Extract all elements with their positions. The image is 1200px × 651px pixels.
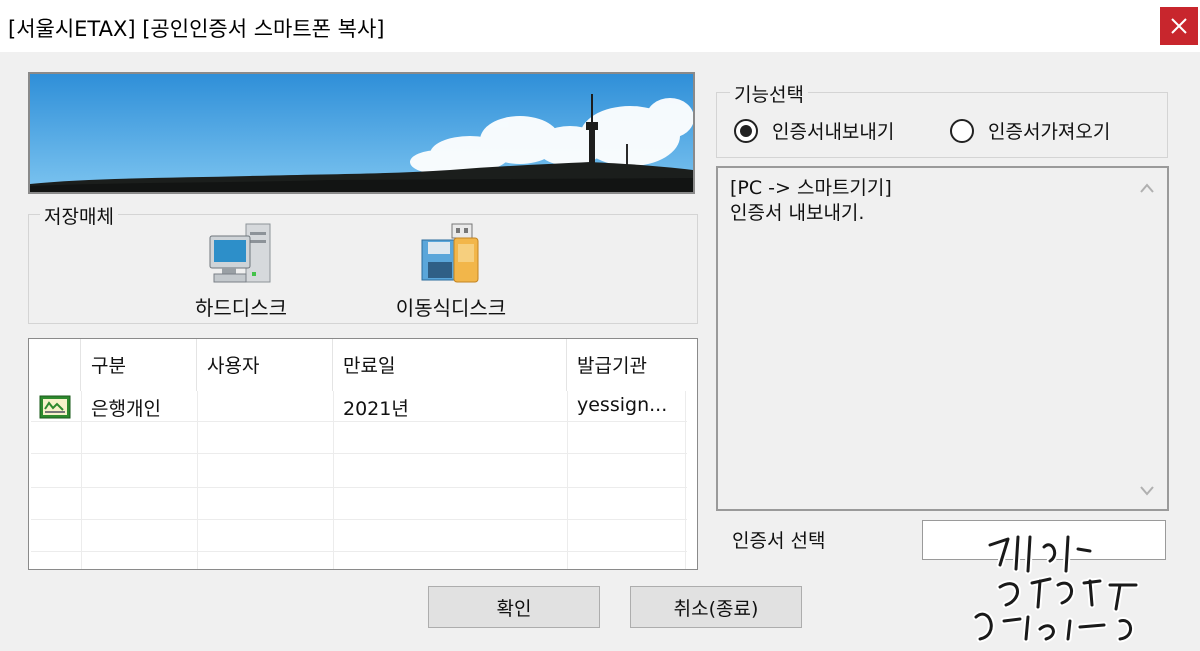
removable-disk-option[interactable]: 이동식디스크 (376, 222, 526, 321)
function-group-label: 기능선택 (730, 80, 808, 107)
column-header-user[interactable]: 사용자 (197, 339, 333, 391)
radio-selected-dot (740, 124, 752, 137)
ok-button[interactable]: 확인 (428, 586, 600, 628)
window-title: [서울시ETAX] [공인인증서 스마트폰 복사] (8, 17, 385, 41)
computer-icon (209, 223, 271, 283)
info-textarea[interactable]: [PC -> 스마트기기] 인증서 내보내기. (716, 166, 1169, 511)
close-icon (1171, 18, 1187, 34)
radio-export-label: 인증서내보내기 (772, 121, 895, 143)
info-line-2: 인증서 내보내기. (730, 202, 865, 224)
removable-disk-label: 이동식디스크 (395, 296, 507, 320)
column-header-expiry[interactable]: 만료일 (333, 339, 567, 391)
radio-import-label: 인증서가져오기 (988, 121, 1111, 143)
certificate-table[interactable]: 구분 사용자 만료일 발급기관 은행개인 2021년 yessign... (28, 338, 698, 570)
certificate-icon (39, 395, 71, 419)
hard-disk-label: 하드디스크 (195, 296, 287, 320)
watermark-logo (972, 533, 1140, 643)
hard-disk-option[interactable]: 하드디스크 (178, 222, 304, 321)
storage-group-label: 저장매체 (40, 202, 118, 229)
scroll-up-icon (1140, 183, 1154, 193)
table-row[interactable]: 은행개인 2021년 yessign... (29, 391, 685, 421)
column-header-issuer[interactable]: 발급기관 (567, 339, 685, 391)
column-header-type[interactable]: 구분 (81, 339, 197, 391)
storage-group (28, 214, 698, 324)
row-expiry: 2021년 (343, 398, 409, 420)
radio-import[interactable]: 인증서가져오기 (950, 117, 1110, 144)
cancel-button[interactable]: 취소(종료) (630, 586, 802, 628)
cert-select-label: 인증서 선택 (732, 530, 826, 552)
banner-image (28, 72, 695, 194)
row-type: 은행개인 (91, 398, 161, 420)
radio-import-circle[interactable] (950, 118, 974, 143)
removable-disk-icon (421, 223, 479, 283)
vertical-scrollbar[interactable] (1133, 172, 1161, 507)
scroll-down-icon (1140, 486, 1154, 496)
close-button[interactable] (1160, 7, 1198, 45)
info-line-1: [PC -> 스마트기기] (730, 177, 892, 199)
radio-export[interactable]: 인증서내보내기 (734, 117, 894, 144)
row-issuer: yessign... (577, 394, 668, 416)
title-bar: [서울시ETAX] [공인인증서 스마트폰 복사] (0, 0, 1200, 52)
radio-export-circle[interactable] (734, 118, 758, 143)
column-header-icon (29, 339, 81, 391)
